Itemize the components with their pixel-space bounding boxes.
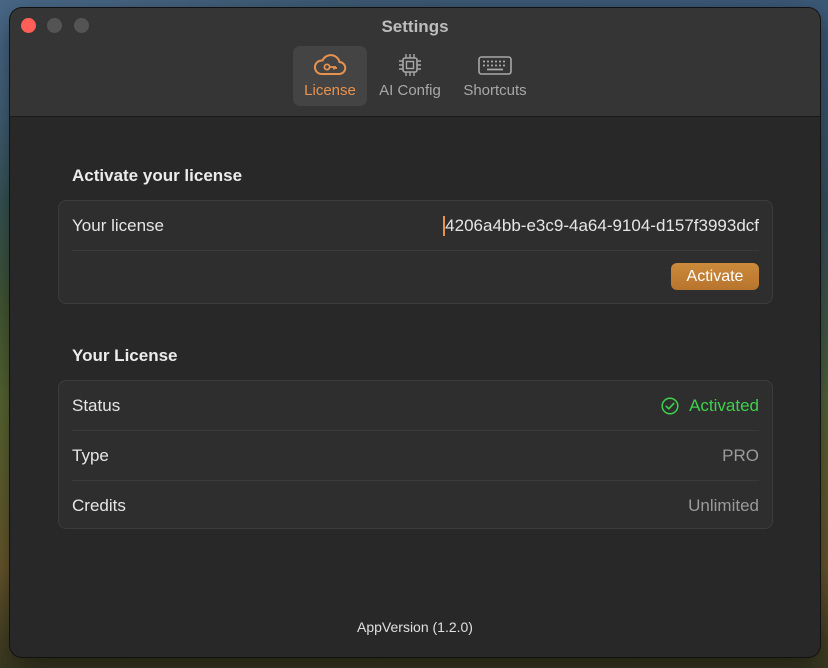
tab-shortcuts-label: Shortcuts (463, 82, 527, 99)
status-value: Activated (661, 396, 759, 416)
tab-ai-config-label: AI Config (379, 82, 441, 99)
activate-section-title: Activate your license (72, 166, 243, 185)
tab-ai-config[interactable]: AI Config (373, 46, 447, 106)
status-text: Activated (689, 395, 759, 415)
license-field-wrapper: 4206a4bb-e3c9-4a64-9104-d157f3993dcf (443, 215, 759, 236)
license-section-title: Your License (72, 346, 178, 365)
tab-shortcuts[interactable]: Shortcuts (455, 46, 535, 106)
license-row: Your license 4206a4bb-e3c9-4a64-9104-d15… (72, 201, 759, 251)
license-label: Your license (72, 215, 164, 235)
type-label: Type (72, 445, 109, 465)
keyboard-icon (478, 56, 512, 75)
credits-row: Credits Unlimited (72, 481, 759, 530)
check-circle-icon (661, 396, 679, 415)
cloud-key-icon (314, 54, 347, 75)
type-value: PRO (722, 445, 759, 465)
settings-window: Settings License AI Config Shortcuts Act… (10, 8, 820, 657)
app-version: AppVersion (1.2.0) (357, 619, 473, 635)
activate-card: Your license 4206a4bb-e3c9-4a64-9104-d15… (58, 200, 773, 304)
status-row: Status Activated (72, 381, 759, 431)
window-title: Settings (381, 17, 449, 36)
tab-license-label: License (304, 82, 356, 99)
status-label: Status (72, 395, 121, 415)
activate-button[interactable]: Activate (671, 263, 759, 290)
tab-license[interactable]: License (293, 46, 367, 106)
license-key-field[interactable]: 4206a4bb-e3c9-4a64-9104-d157f3993dcf (445, 216, 759, 236)
credits-label: Credits (72, 495, 126, 515)
chip-icon (399, 54, 421, 76)
license-info-card: Status Activated Type PRO Credits Unlimi… (58, 380, 773, 529)
type-row: Type PRO (72, 431, 759, 481)
credits-value: Unlimited (688, 495, 759, 515)
titlebar: Settings License AI Config Shortcuts (10, 8, 820, 117)
